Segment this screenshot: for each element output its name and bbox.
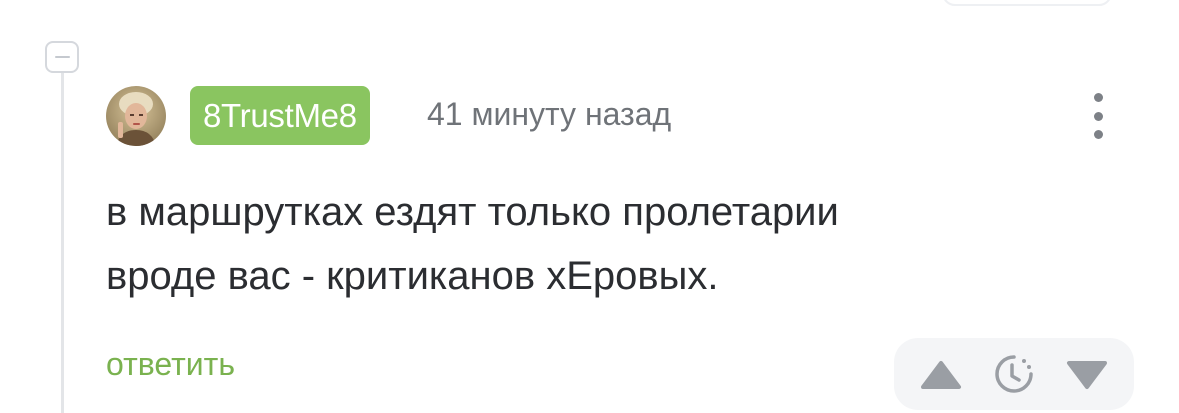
vote-down-button[interactable] [1066, 360, 1108, 395]
more-vertical-icon-dot [1094, 112, 1103, 121]
comment-text-line: вроде вас - критиканов хЕровых. [106, 244, 1106, 308]
avatar-image [106, 86, 166, 146]
triangle-up-icon [920, 360, 962, 390]
more-vertical-icon [1094, 93, 1103, 102]
vote-up-button[interactable] [920, 360, 962, 395]
author-username: 8TrustMe8 [203, 97, 357, 135]
thread-line[interactable] [61, 73, 64, 413]
comment-timestamp[interactable]: 41 минуту назад [427, 96, 671, 133]
collapse-thread-button[interactable] [45, 41, 79, 73]
reply-button[interactable]: ответить [106, 346, 235, 383]
vote-panel [894, 338, 1134, 410]
triangle-down-icon [1066, 360, 1108, 390]
comment-text-line: в маршрутках ездят только пролетарии [106, 180, 1106, 244]
previous-comment-vote-panel-edge [942, 0, 1112, 6]
author-username-badge[interactable]: 8TrustMe8 [190, 86, 370, 145]
comment-body: в маршрутках ездят только пролетарии вро… [106, 180, 1106, 308]
more-options-button[interactable] [1080, 90, 1116, 142]
avatar[interactable] [106, 86, 166, 146]
minus-icon [55, 56, 70, 58]
more-vertical-icon-dot [1094, 130, 1103, 139]
rating-pending-button[interactable] [992, 352, 1036, 401]
clock-icon [992, 352, 1036, 396]
